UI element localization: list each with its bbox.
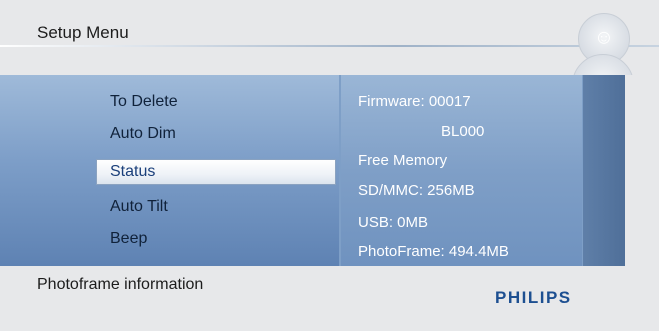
free-memory-label: Free Memory: [358, 152, 448, 169]
footer-description: Photoframe information: [37, 276, 204, 293]
menu-item-beep[interactable]: Beep: [110, 230, 147, 248]
menu-item-auto-dim[interactable]: Auto Dim: [110, 125, 176, 143]
menu-item-to-delete[interactable]: To Delete: [110, 93, 178, 111]
menu-item-auto-tilt[interactable]: Auto Tilt: [110, 198, 168, 216]
scrollbar[interactable]: [583, 75, 625, 266]
photoframe-memory: PhotoFrame: 494.4MB: [358, 243, 509, 260]
content-panel: To Delete Auto Dim Status Auto Tilt Beep…: [0, 75, 659, 266]
bootloader-version: BL000: [441, 123, 485, 140]
page-title: Setup Menu: [37, 23, 129, 42]
brand-logo: PHILIPS: [495, 288, 572, 307]
status-info-panel: Firmware: 00017 BL000 Free Memory SD/MMC…: [341, 75, 582, 266]
sd-mmc-memory: SD/MMC: 256MB: [358, 182, 475, 199]
usb-memory: USB: 0MB: [358, 214, 429, 231]
right-margin: [625, 75, 659, 266]
title-divider: [0, 45, 659, 47]
menu-item-status-label: Status: [110, 163, 156, 180]
menu-item-status[interactable]: Status: [96, 159, 336, 185]
setup-menu-list: To Delete Auto Dim Status Auto Tilt Beep: [0, 75, 339, 266]
firmware-version: Firmware: 00017: [358, 93, 471, 110]
photoframe-screen: Setup Menu ☺ ✥ ◉ To Delete Auto Dim Stat…: [0, 0, 659, 331]
